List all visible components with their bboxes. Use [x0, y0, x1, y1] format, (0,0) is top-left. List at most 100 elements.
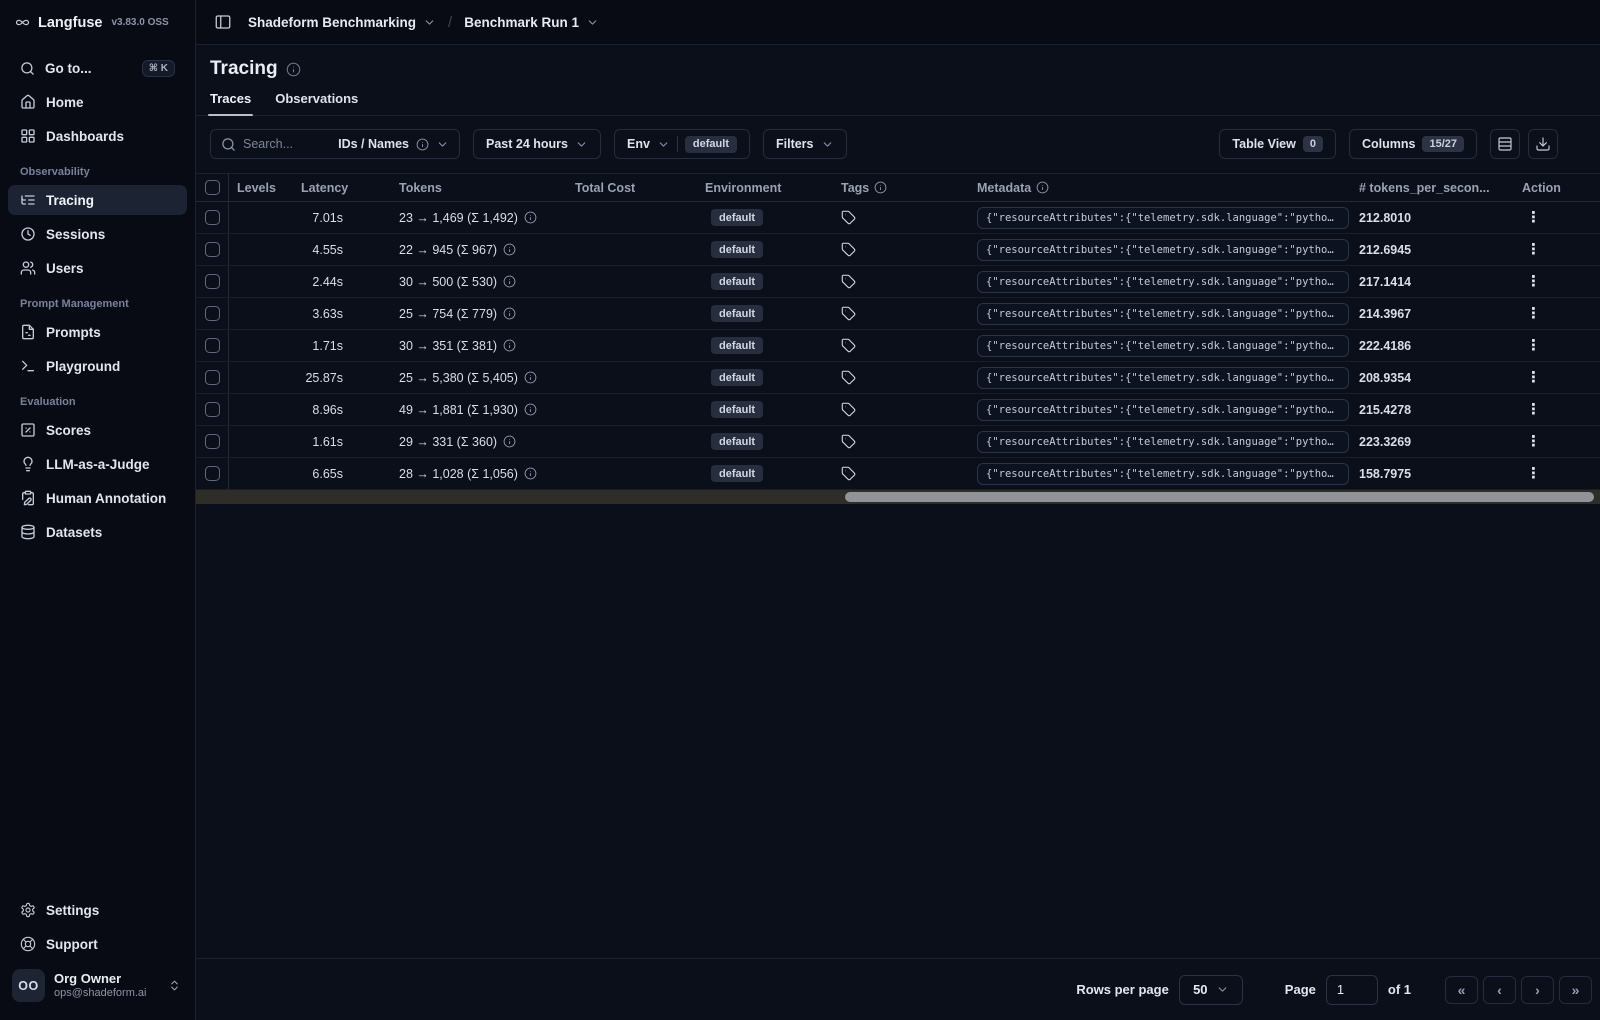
info-icon[interactable] — [524, 371, 537, 384]
header-tokens[interactable]: Tokens — [397, 174, 573, 201]
tab-traces[interactable]: Traces — [207, 91, 254, 116]
info-icon[interactable] — [286, 62, 301, 77]
tag-icon[interactable] — [841, 306, 856, 321]
metadata-chip[interactable]: {"resourceAttributes":{"telemetry.sdk.la… — [977, 206, 1349, 229]
select-all-checkbox[interactable] — [204, 180, 220, 195]
metadata-chip[interactable]: {"resourceAttributes":{"telemetry.sdk.la… — [977, 366, 1349, 389]
tag-icon[interactable] — [841, 210, 856, 225]
tag-icon[interactable] — [841, 434, 856, 449]
tag-icon[interactable] — [841, 466, 856, 481]
table-row[interactable]: 25.87s 25 → 5,380 (Σ 5,405) default {"re… — [196, 362, 1600, 394]
sidebar-item-settings[interactable]: Settings — [8, 895, 187, 925]
export-button[interactable] — [1528, 129, 1558, 159]
row-checkbox[interactable] — [204, 402, 220, 417]
metadata-chip[interactable]: {"resourceAttributes":{"telemetry.sdk.la… — [977, 302, 1349, 325]
rows-per-page-select[interactable]: 50 — [1178, 974, 1243, 1005]
info-icon[interactable] — [503, 275, 516, 288]
brand[interactable]: Langfuse v3.83.0 OSS — [0, 0, 195, 45]
metadata-chip[interactable]: {"resourceAttributes":{"telemetry.sdk.la… — [977, 430, 1349, 453]
search-input[interactable] — [243, 137, 332, 151]
row-actions-menu-button[interactable]: ⋮ — [1522, 464, 1545, 483]
sidebar-item-human-annotation[interactable]: Human Annotation — [8, 483, 187, 513]
row-height-button[interactable] — [1490, 129, 1520, 159]
row-actions-menu-button[interactable]: ⋮ — [1522, 432, 1545, 451]
sidebar-item-playground[interactable]: Playground — [8, 351, 187, 381]
row-actions-menu-button[interactable]: ⋮ — [1522, 272, 1545, 291]
tag-icon[interactable] — [841, 370, 856, 385]
metadata-chip[interactable]: {"resourceAttributes":{"telemetry.sdk.la… — [977, 238, 1349, 261]
row-checkbox[interactable] — [204, 242, 220, 257]
table-row[interactable]: 6.65s 28 → 1,028 (Σ 1,056) default {"res… — [196, 458, 1600, 490]
table-row[interactable]: 2.44s 30 → 500 (Σ 530) default {"resourc… — [196, 266, 1600, 298]
sidebar-item-goto[interactable]: Go to... ⌘ K — [8, 53, 187, 83]
filters-button[interactable]: Filters — [762, 129, 847, 159]
header-environment[interactable]: Environment — [703, 174, 833, 201]
metadata-chip[interactable]: {"resourceAttributes":{"telemetry.sdk.la… — [977, 334, 1349, 357]
sidebar-item-tracing[interactable]: Tracing — [8, 185, 187, 215]
info-icon[interactable] — [1036, 181, 1049, 194]
info-icon[interactable] — [524, 211, 537, 224]
metadata-chip[interactable]: {"resourceAttributes":{"telemetry.sdk.la… — [977, 462, 1349, 485]
table-row[interactable]: 3.63s 25 → 754 (Σ 779) default {"resourc… — [196, 298, 1600, 330]
info-icon[interactable] — [503, 339, 516, 352]
row-checkbox[interactable] — [204, 466, 220, 481]
table-row[interactable]: 4.55s 22 → 945 (Σ 967) default {"resourc… — [196, 234, 1600, 266]
info-icon[interactable] — [874, 181, 887, 194]
columns-button[interactable]: Columns 15/27 — [1348, 129, 1477, 159]
breadcrumb-org[interactable]: Shadeform Benchmarking — [248, 15, 436, 30]
sidebar-item-prompts[interactable]: Prompts — [8, 317, 187, 347]
table-row[interactable]: 8.96s 49 → 1,881 (Σ 1,930) default {"res… — [196, 394, 1600, 426]
info-icon[interactable] — [503, 307, 516, 320]
row-actions-menu-button[interactable]: ⋮ — [1522, 400, 1545, 419]
info-icon[interactable] — [524, 403, 537, 416]
row-checkbox[interactable] — [204, 434, 220, 449]
tab-observations[interactable]: Observations — [275, 91, 358, 115]
row-checkbox[interactable] — [204, 370, 220, 385]
sidebar-item-support[interactable]: Support — [8, 929, 187, 959]
table-row[interactable]: 1.71s 30 → 351 (Σ 381) default {"resourc… — [196, 330, 1600, 362]
info-icon[interactable] — [503, 435, 516, 448]
row-checkbox[interactable] — [204, 306, 220, 321]
header-latency[interactable]: Latency — [301, 174, 397, 201]
page-number-input[interactable] — [1325, 974, 1378, 1005]
breadcrumb-project[interactable]: Benchmark Run 1 — [464, 15, 599, 30]
metadata-chip[interactable]: {"resourceAttributes":{"telemetry.sdk.la… — [977, 270, 1349, 293]
info-icon[interactable] — [524, 467, 537, 480]
sidebar-item-datasets[interactable]: Datasets — [8, 517, 187, 547]
header-levels[interactable]: Levels — [229, 174, 301, 201]
tag-icon[interactable] — [841, 402, 856, 417]
sidebar-item-users[interactable]: Users — [8, 253, 187, 283]
header-tokens-per-second[interactable]: # tokens_per_secon... — [1357, 174, 1518, 201]
table-view-button[interactable]: Table View 0 — [1219, 129, 1336, 159]
table-row[interactable]: 1.61s 29 → 331 (Σ 360) default {"resourc… — [196, 426, 1600, 458]
sidebar-item-dashboards[interactable]: Dashboards — [8, 121, 187, 151]
sidebar-item-scores[interactable]: Scores — [8, 415, 187, 445]
header-total-cost[interactable]: Total Cost — [573, 174, 703, 201]
sidebar-item-llm-judge[interactable]: LLM-as-a-Judge — [8, 449, 187, 479]
next-page-button[interactable]: › — [1521, 975, 1554, 1004]
sidebar-item-sessions[interactable]: Sessions — [8, 219, 187, 249]
row-checkbox[interactable] — [204, 210, 220, 225]
chevron-down-icon[interactable] — [436, 138, 449, 151]
last-page-button[interactable]: » — [1559, 975, 1592, 1004]
search-box[interactable]: IDs / Names — [210, 129, 460, 159]
search-scope-label[interactable]: IDs / Names — [338, 137, 409, 151]
info-icon[interactable] — [416, 138, 429, 151]
horizontal-scrollbar-thumb[interactable] — [844, 492, 1595, 502]
first-page-button[interactable]: « — [1445, 975, 1478, 1004]
metadata-chip[interactable]: {"resourceAttributes":{"telemetry.sdk.la… — [977, 398, 1349, 421]
row-checkbox[interactable] — [204, 274, 220, 289]
previous-page-button[interactable]: ‹ — [1483, 975, 1516, 1004]
tag-icon[interactable] — [841, 242, 856, 257]
row-checkbox[interactable] — [204, 338, 220, 353]
row-actions-menu-button[interactable]: ⋮ — [1522, 336, 1545, 355]
table-row[interactable]: 7.01s 23 → 1,469 (Σ 1,492) default {"res… — [196, 202, 1600, 234]
tag-icon[interactable] — [841, 274, 856, 289]
row-actions-menu-button[interactable]: ⋮ — [1522, 304, 1545, 323]
tag-icon[interactable] — [841, 338, 856, 353]
time-range-filter[interactable]: Past 24 hours — [473, 129, 601, 159]
info-icon[interactable] — [503, 243, 516, 256]
horizontal-scrollbar-track[interactable] — [196, 490, 1600, 504]
account-switcher[interactable]: OO Org Owner ops@shadeform.ai — [8, 963, 187, 1012]
row-actions-menu-button[interactable]: ⋮ — [1522, 208, 1545, 227]
